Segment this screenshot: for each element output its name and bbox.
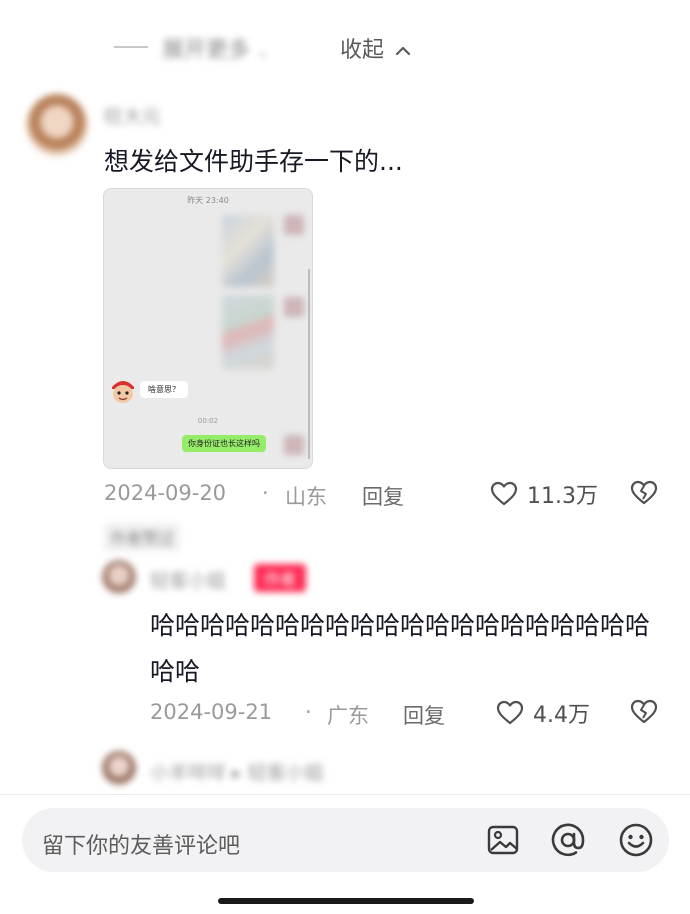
chat-avatar-self-2 <box>284 297 304 317</box>
comment-like-button[interactable]: 11.3万 <box>490 478 598 510</box>
reply-avatar[interactable] <box>102 560 136 594</box>
comment-text: 想发给文件助手存一下的... <box>104 147 403 176</box>
comment-like-count: 11.3万 <box>527 484 598 509</box>
expand-more-label: 展开更多 <box>162 38 251 63</box>
reply-reply-button[interactable]: 回复 <box>403 700 445 730</box>
chat-scrollbar <box>308 269 310 459</box>
emoji-icon[interactable] <box>618 822 654 862</box>
chevron-up-icon <box>395 46 411 56</box>
reply-username[interactable]: 轻客小姐 <box>150 566 226 593</box>
author-badge: 作者 <box>254 564 307 592</box>
collapse-button[interactable]: 收起 <box>340 32 411 64</box>
comment-location: 山东 <box>285 485 327 509</box>
reply-dislike-button[interactable] <box>630 699 658 729</box>
broken-heart-icon <box>630 480 658 505</box>
chat-bubble-other: 啥意思？ <box>140 381 188 398</box>
comment-username[interactable]: 旺大元 <box>104 102 161 129</box>
at-mention-icon[interactable] <box>550 822 586 862</box>
reply-text: 哈哈哈哈哈哈哈哈哈哈哈哈哈哈哈哈哈哈哈哈哈哈 <box>150 611 651 686</box>
cartoon-face-icon <box>112 381 134 403</box>
chat-avatar-self-3 <box>284 435 304 455</box>
next-reply-username[interactable]: 小羊咩咩 ▸ 轻客小姐 <box>150 758 324 785</box>
broken-heart-icon <box>630 699 658 724</box>
composer-divider <box>0 794 690 795</box>
comment-reply-button[interactable]: 回复 <box>362 481 404 511</box>
comment-date: 2024-09-20 <box>104 481 227 505</box>
reply-location: 广东 <box>327 704 369 728</box>
divider-dash <box>114 46 148 48</box>
expand-more-button[interactable]: 展开更多 ⌄ <box>162 32 269 64</box>
reply-like-count: 4.4万 <box>533 703 590 728</box>
author-liked-tag: 作者赞过 <box>104 523 181 551</box>
chat-avatar-other <box>108 375 138 405</box>
collapse-label: 收起 <box>340 38 385 63</box>
home-indicator <box>218 898 474 904</box>
reply-like-button[interactable]: 4.4万 <box>496 697 590 729</box>
avatar[interactable] <box>26 94 88 156</box>
reply-meta-separator: · <box>305 700 312 724</box>
chat-message-1: 啥意思？ <box>148 385 180 394</box>
comment-input-placeholder: 留下你的友善评论吧 <box>42 834 241 859</box>
image-icon[interactable] <box>486 824 520 860</box>
chat-image-1 <box>222 215 274 287</box>
chat-time-header: 昨天 23:40 <box>187 196 229 205</box>
comment-dislike-button[interactable] <box>630 480 658 510</box>
chat-avatar-self-1 <box>284 215 304 235</box>
meta-separator: · <box>262 481 269 505</box>
chat-image-2 <box>222 295 274 369</box>
comment-image[interactable]: 昨天 23:40 啥意思？ 00:02 你身份证也长这样吗 <box>103 188 313 469</box>
chevron-down-icon: ⌄ <box>257 45 269 61</box>
next-reply-avatar[interactable] <box>102 751 136 785</box>
chat-message-2: 你身份证也长这样吗 <box>188 439 260 448</box>
heart-icon <box>496 700 524 725</box>
heart-icon <box>490 481 518 506</box>
reply-date: 2024-09-21 <box>150 700 273 724</box>
chat-bubble-self: 你身份证也长这样吗 <box>182 435 266 452</box>
chat-voice-time: 00:02 <box>197 417 219 425</box>
